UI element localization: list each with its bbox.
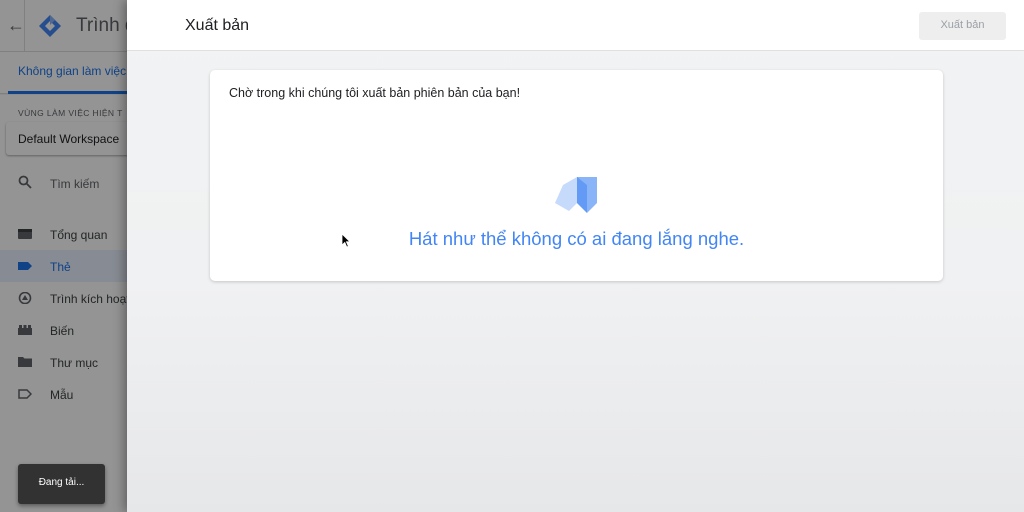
- loading-toast-text: Đang tải...: [38, 477, 85, 488]
- publish-progress-card: Chờ trong khi chúng tôi xuất bản phiên b…: [210, 70, 943, 281]
- publish-panel-header: Xuất bản Xuất bản: [127, 0, 1024, 51]
- publish-button-label: Xuất bản: [940, 19, 985, 31]
- publish-panel-title: Xuất bản: [185, 17, 250, 34]
- publish-quote: Hát như thể không có ai đang lắng nghe.: [408, 228, 745, 249]
- mouse-cursor-icon: [341, 233, 351, 248]
- publish-button[interactable]: Xuất bản: [919, 12, 1006, 40]
- publish-panel: Xuất bản Xuất bản Chờ trong khi chúng tô…: [127, 0, 1024, 512]
- loading-toast: Đang tải...: [18, 464, 105, 504]
- publish-wait-message: Chờ trong khi chúng tôi xuất bản phiên b…: [229, 86, 521, 100]
- publishing-loader-icon: [555, 177, 597, 213]
